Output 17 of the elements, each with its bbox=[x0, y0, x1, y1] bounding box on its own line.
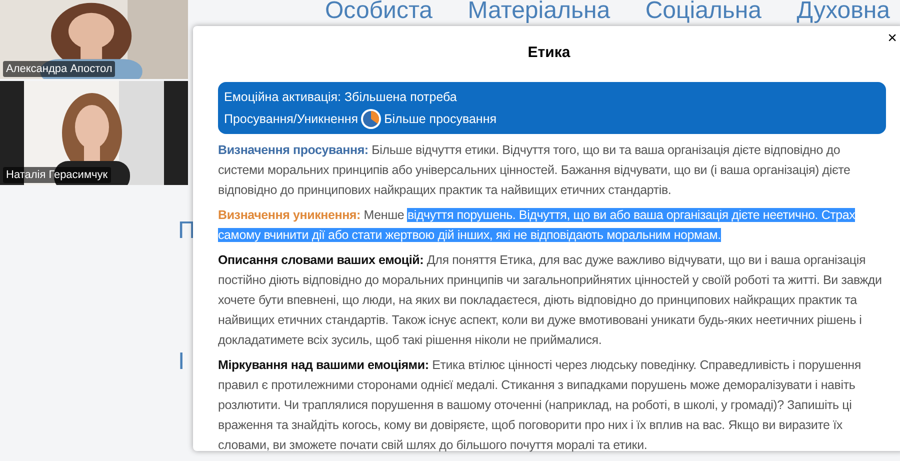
pie-chart-icon bbox=[360, 108, 382, 130]
balance-value: Більше просування bbox=[384, 111, 497, 128]
close-button[interactable]: × bbox=[888, 31, 897, 47]
dialog-title: Етика bbox=[528, 42, 570, 63]
definition-paragraph: Міркування над вашими емоціями: Етика втілює цінності через людську поведінку. Справедливість і порушення правил є протилежними сторонами однієї медалі. Стикання з випадками порушень може деморалізувати і навіть розлютити. Чи траплялися порушення в вашому оточенні (наприклад, на роботі, в школі, у громаді)? Запишіть ці враження та знайдіть когось, кому ви довіряєте, щоб поговорити про них і їх вплив на вас. Якщо ви виразите їх словами, ви зможете почати свій шлях до більшого почуття моралі та етики. bbox=[218, 357, 862, 454]
activation-label: Емоційна активація: Збільшена потреба bbox=[224, 89, 458, 106]
definition-paragraph: Описання словами ваших емоцій: Для поняття Етика, для вас дуже важливо відчувати, що ви і ваша організація постійно діють відповідно до моральних принципів чи загальноприйнятих цінностей у своїй роботі та житті. Ви завжди хочете бути впевнені, що люди, на яких ви покладаєтеся, діють відповідно до принципових найкращих практик та найвищих етичних стандартів. Також існує аспект, коли ви дуже вмотивовані уникати будь-яких неетичних рішень і докладатимете всіх зусиль, щоб такі рішення ніколи не приймалися. bbox=[218, 252, 883, 349]
balance-label: Просування/Уникнення bbox=[224, 111, 358, 128]
participant-name: Александра Апостол bbox=[3, 60, 116, 77]
section-heading[interactable]: Особиста bbox=[325, 0, 433, 29]
definition-paragraph: Визначення уникнення: Менше відчуття порушень. Відчуття, що ви або ваша організація дієте неетично. Страх самому вчинити дії або стати жертвою дій інших, які не відповідають моральним нормам. bbox=[218, 207, 856, 244]
heading-fragment: І bbox=[178, 347, 186, 377]
section-heading[interactable]: Соціальна bbox=[645, 0, 762, 29]
section-heading[interactable]: Матеріальна bbox=[468, 0, 610, 29]
participant-name: Наталія Герасимчук bbox=[3, 166, 111, 183]
section-heading[interactable]: Духовна bbox=[796, 0, 890, 29]
definition-paragraph: Визначення просування: Більше відчуття етики. Відчуття того, що ви та ваша організація дієте відповідно до системи моральних принципів або універсальних цінностей. Бажання відчувати, що ви (і ваша організація) дієте відповідно до принципових найкращих практик та найвищих етичних стандартів. bbox=[218, 142, 852, 199]
